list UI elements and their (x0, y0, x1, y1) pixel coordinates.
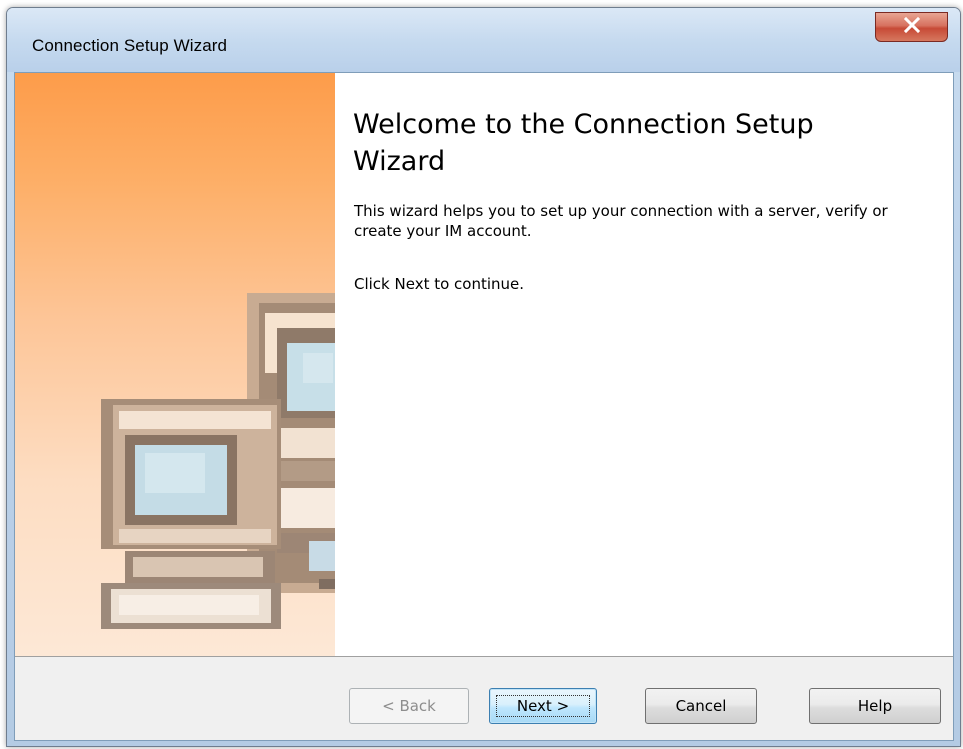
welcome-heading: Welcome to the Connection Setup Wizard (353, 109, 814, 177)
wizard-description: This wizard helps you to set up your con… (354, 202, 888, 240)
wizard-window: Connection Setup Wizard Welcome to the C… (6, 7, 961, 747)
wizard-content: Welcome to the Connection Setup Wizard T… (335, 73, 953, 656)
title-bar[interactable]: Connection Setup Wizard (7, 8, 960, 72)
continue-hint: Click Next to continue. (354, 275, 525, 293)
window-title: Connection Setup Wizard (32, 36, 228, 55)
computers-icon (101, 293, 335, 629)
back-button[interactable]: < Back (349, 688, 469, 724)
wizard-side-panel (15, 73, 335, 656)
cancel-button[interactable]: Cancel (645, 688, 757, 724)
next-button[interactable]: Next > (489, 688, 597, 724)
wizard-client-area: Welcome to the Connection Setup Wizard T… (14, 72, 954, 741)
close-button[interactable] (875, 12, 948, 42)
button-bar: < Back Next > Cancel Help (15, 656, 953, 740)
close-icon (903, 16, 921, 37)
help-button[interactable]: Help (809, 688, 941, 724)
next-button-label: Next > (516, 697, 570, 715)
